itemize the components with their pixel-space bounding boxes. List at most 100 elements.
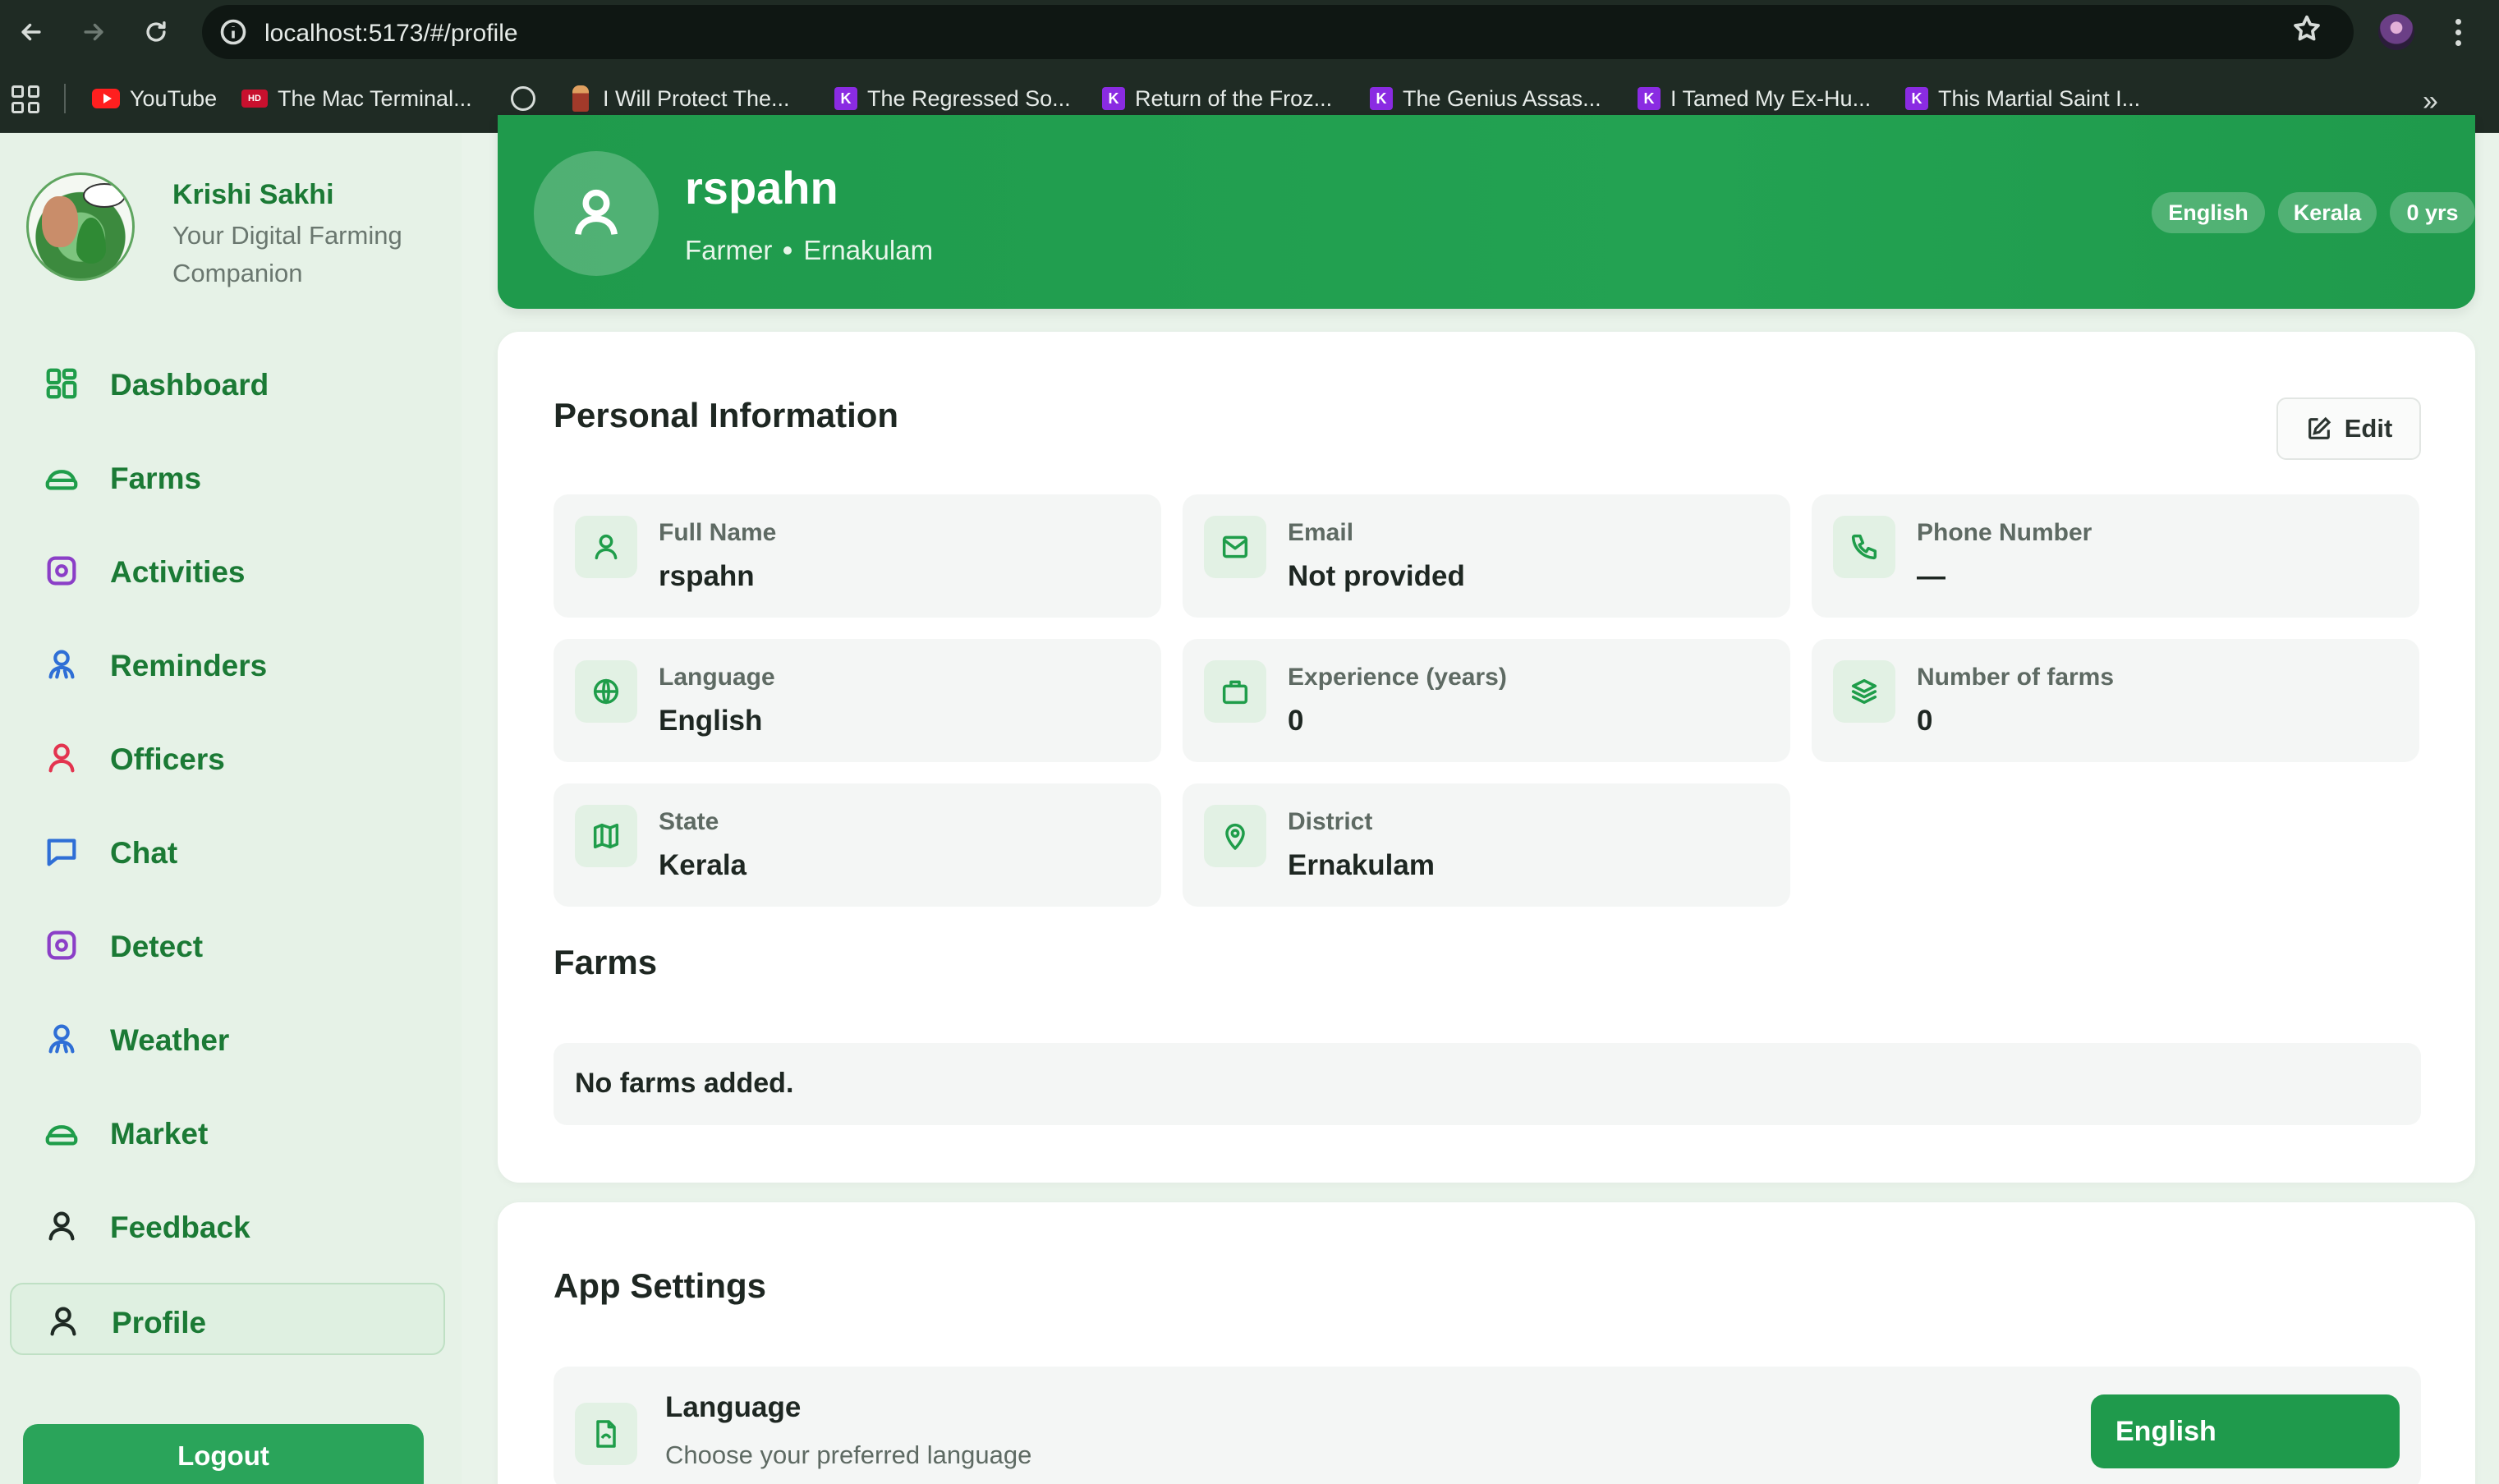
sidebar: Krishi Sakhi Your Digital Farming Compan… xyxy=(0,133,462,1484)
site-info-icon[interactable] xyxy=(218,17,248,47)
apps-grid-icon[interactable] xyxy=(11,85,39,113)
field-phone-number: Phone Number — xyxy=(1812,494,2419,618)
figure-icon xyxy=(568,85,593,112)
youtube-icon xyxy=(92,89,120,108)
bookmark-protect[interactable]: I Will Protect The... xyxy=(568,82,790,115)
profile-district: Ernakulam xyxy=(803,235,934,265)
address-bar[interactable]: localhost:5173/#/profile xyxy=(202,5,2354,59)
bookmark-star-icon[interactable] xyxy=(2291,13,2324,46)
bookmark-regressed[interactable]: K The Regressed So... xyxy=(834,82,1071,115)
sidebar-item-weather[interactable]: Weather xyxy=(10,1002,445,1074)
bookmark-label: Return of the Froz... xyxy=(1135,85,1333,111)
sidebar-item-feedback[interactable]: Feedback xyxy=(10,1189,445,1261)
logout-button[interactable]: Logout xyxy=(23,1424,424,1484)
sidebar-item-label: Market xyxy=(110,1117,209,1151)
map-icon xyxy=(575,805,637,867)
sidebar-item-profile[interactable]: Profile xyxy=(10,1283,445,1355)
sidebar-item-label: Farms xyxy=(110,462,202,495)
field-value: English xyxy=(659,705,763,737)
bookmark-label: The Regressed So... xyxy=(867,85,1071,111)
globe-icon xyxy=(575,660,637,723)
bookmark-tamed[interactable]: K I Tamed My Ex-Hu... xyxy=(1638,82,1871,115)
field-state: State Kerala xyxy=(554,783,1161,907)
browser-menu-icon[interactable] xyxy=(2446,11,2470,53)
sidebar-item-label: Officers xyxy=(110,742,225,776)
sidebar-item-dashboard[interactable]: Dashboard xyxy=(10,347,445,419)
krishi-sakhi-logo xyxy=(26,172,135,281)
language-setting-title: Language xyxy=(665,1391,802,1423)
edit-button[interactable]: Edit xyxy=(2276,397,2421,460)
k-icon: K xyxy=(1102,87,1125,110)
avatar xyxy=(534,151,659,276)
language-badge: English xyxy=(2152,192,2265,233)
phone-icon xyxy=(1833,516,1895,578)
document-icon xyxy=(575,1403,637,1465)
sidebar-item-activities[interactable]: Activities xyxy=(10,534,445,606)
field-label: Language xyxy=(659,664,775,691)
field-full-name: Full Name rspahn xyxy=(554,494,1161,618)
farms-empty-text: No farms added. xyxy=(575,1068,794,1099)
sidebar-item-label: Weather xyxy=(110,1023,230,1057)
language-setting-subtitle: Choose your preferred language xyxy=(665,1440,1032,1469)
sidebar-item-label: Reminders xyxy=(110,649,268,682)
more-bookmarks-icon[interactable]: » xyxy=(2423,85,2438,117)
sidebar-item-officers[interactable]: Officers xyxy=(10,721,445,793)
user-icon xyxy=(575,189,618,236)
sidebar-item-label: Detect xyxy=(110,930,204,963)
sidebar-item-label: Chat xyxy=(110,836,178,870)
field-value: Kerala xyxy=(659,849,747,881)
feedback-icon xyxy=(43,1207,80,1245)
bookmark-mac-terminal[interactable]: HD The Mac Terminal... xyxy=(241,82,472,115)
bookmark-frozen[interactable]: K Return of the Froz... xyxy=(1102,82,1332,115)
k-icon: K xyxy=(1905,87,1928,110)
sidebar-item-reminders[interactable]: Reminders xyxy=(10,627,445,700)
layers-icon xyxy=(1833,660,1895,723)
field-value: — xyxy=(1917,560,1945,592)
field-label: Full Name xyxy=(659,519,777,546)
profile-role: Farmer xyxy=(685,235,773,265)
field-value: 0 xyxy=(1917,705,1933,737)
map-pin-icon xyxy=(1204,805,1266,867)
k-icon: K xyxy=(1638,87,1661,110)
k-icon: K xyxy=(1370,87,1393,110)
language-setting-row: Language Choose your preferred language … xyxy=(554,1367,2421,1484)
forward-button[interactable] xyxy=(74,12,113,52)
separator-dot xyxy=(783,246,792,255)
profile-subtitle: Farmer Ernakulam xyxy=(685,235,933,266)
bookmark-label: The Genius Assas... xyxy=(1403,85,1601,111)
k-icon: K xyxy=(834,87,857,110)
bookmark-genius[interactable]: K The Genius Assas... xyxy=(1370,82,1601,115)
user-icon xyxy=(575,516,637,578)
field-experience: Experience (years) 0 xyxy=(1183,639,1790,762)
language-select[interactable]: English xyxy=(2091,1394,2400,1468)
activities-icon xyxy=(43,552,80,590)
reload-button[interactable] xyxy=(136,12,176,52)
bookmark-globe[interactable] xyxy=(511,82,535,115)
profile-name: rspahn xyxy=(685,162,838,214)
sidebar-item-chat[interactable]: Chat xyxy=(10,815,445,887)
officers-icon xyxy=(43,739,80,777)
sidebar-item-market[interactable]: Market xyxy=(10,1096,445,1168)
field-value: rspahn xyxy=(659,560,755,592)
field-district: District Ernakulam xyxy=(1183,783,1790,907)
app-settings-title: App Settings xyxy=(554,1266,766,1305)
personal-information-title: Personal Information xyxy=(554,396,899,434)
field-language: Language English xyxy=(554,639,1161,762)
reload-icon xyxy=(146,21,166,42)
field-number-of-farms: Number of farms 0 xyxy=(1812,639,2419,762)
bookmark-label: YouTube xyxy=(130,85,218,111)
bookmark-label: I Tamed My Ex-Hu... xyxy=(1670,85,1872,111)
field-label: District xyxy=(1288,808,1373,835)
field-label: Number of farms xyxy=(1917,664,2115,691)
bookmark-youtube[interactable]: YouTube xyxy=(92,82,217,115)
farm-icon xyxy=(43,458,80,496)
arrow-left-icon xyxy=(21,23,41,41)
browser-profile-avatar[interactable] xyxy=(2378,14,2414,50)
sidebar-item-detect[interactable]: Detect xyxy=(10,908,445,981)
back-button[interactable] xyxy=(11,12,51,52)
farms-title: Farms xyxy=(554,943,658,981)
experience-badge: 0 yrs xyxy=(2390,192,2475,233)
edit-button-label: Edit xyxy=(2344,414,2393,443)
bookmark-martial-saint[interactable]: K This Martial Saint I... xyxy=(1905,82,2140,115)
sidebar-item-farms[interactable]: Farms xyxy=(10,440,445,512)
